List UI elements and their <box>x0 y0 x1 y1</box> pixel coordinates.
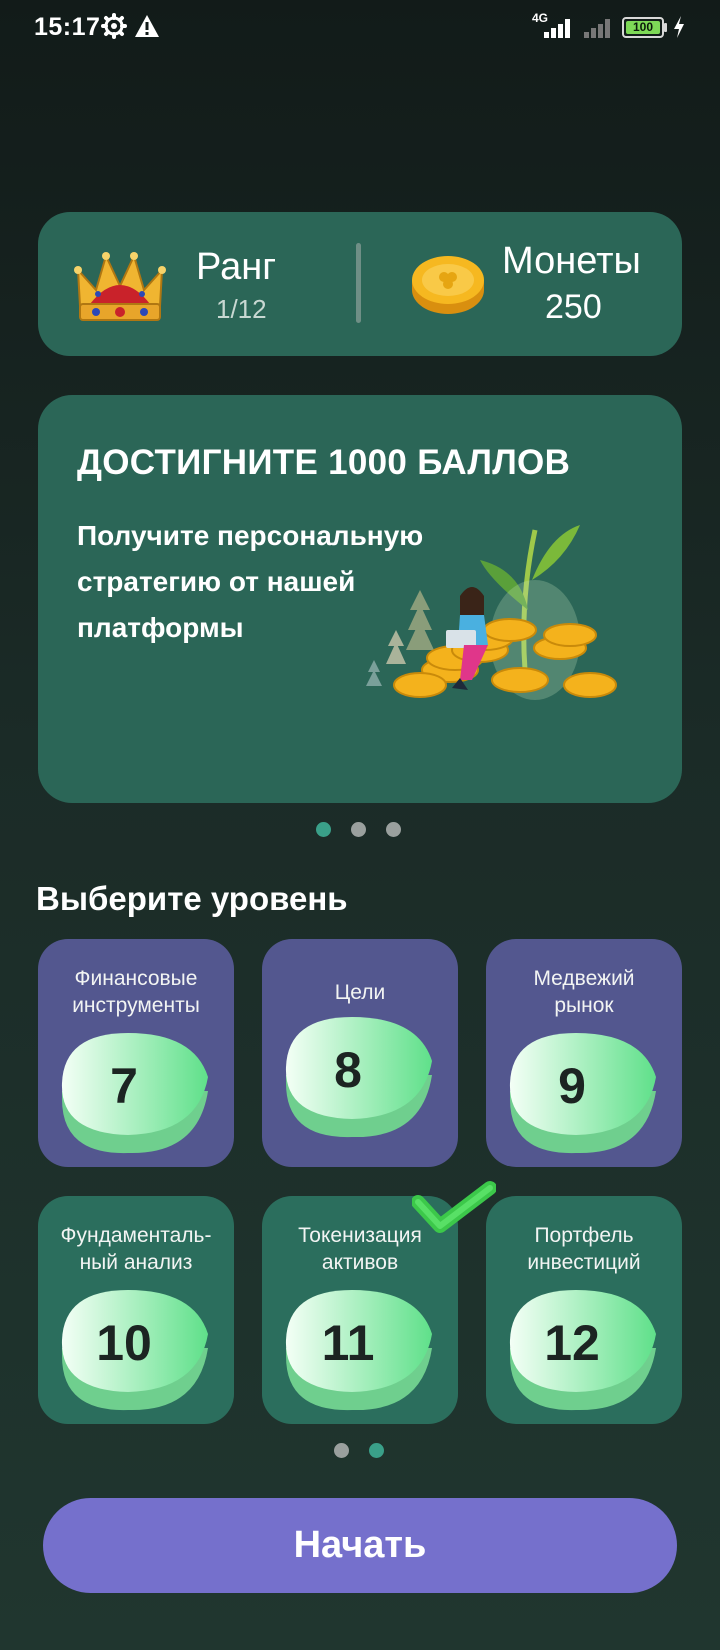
level-label: Портфель инвестиций <box>527 1224 641 1274</box>
level-badge: 9 <box>506 1029 664 1155</box>
battery-icon: 100 <box>622 17 664 38</box>
coin-icon <box>412 256 484 314</box>
level-number: 9 <box>558 1058 586 1114</box>
level-number: 11 <box>321 1315 375 1371</box>
signal-icon <box>544 19 570 38</box>
coins-title: Монеты <box>502 240 641 282</box>
level-tile[interactable]: Портфель инвестиций 12 <box>486 1196 682 1424</box>
level-number: 12 <box>544 1315 600 1371</box>
pager-dot-active[interactable] <box>316 822 331 837</box>
rank-title: Ранг <box>196 246 277 288</box>
level-number: 8 <box>334 1042 362 1098</box>
level-badge: 11 <box>282 1286 440 1412</box>
level-tile[interactable]: Цели 8 <box>262 939 458 1167</box>
levels-pager <box>334 1443 384 1458</box>
pager-dot[interactable] <box>351 822 366 837</box>
battery-level: 100 <box>626 21 660 34</box>
status-bar: 15:17 4G 100 <box>0 0 720 56</box>
pager-dot[interactable] <box>386 822 401 837</box>
gear-icon <box>101 13 127 39</box>
level-badge: 10 <box>58 1286 216 1412</box>
checkmark-icon <box>412 1181 496 1233</box>
level-tile[interactable]: Финансовые инструменты 7 <box>38 939 234 1167</box>
level-number: 10 <box>96 1315 152 1371</box>
warning-icon <box>135 15 159 37</box>
investor-coins-illustration <box>366 525 617 700</box>
start-button[interactable]: Начать <box>43 1498 677 1593</box>
charging-icon <box>674 16 684 38</box>
pager-dot[interactable] <box>334 1443 349 1458</box>
coins-value: 250 <box>545 288 602 326</box>
rank-value: 1/12 <box>216 294 267 324</box>
level-badge: 8 <box>282 1013 440 1139</box>
level-tile[interactable]: Медвежий рынок 9 <box>486 939 682 1167</box>
section-title: Выберите уровень <box>36 880 348 917</box>
level-number: 7 <box>110 1058 138 1114</box>
level-label: Фундаменталь- ный анализ <box>60 1224 212 1274</box>
status-time: 15:17 <box>34 13 101 41</box>
level-badge: 12 <box>506 1286 664 1412</box>
crown-icon <box>74 252 166 321</box>
level-label: Цели <box>334 981 386 1004</box>
level-label: Медвежий рынок <box>533 967 635 1017</box>
level-badge: 7 <box>58 1029 216 1155</box>
level-label: Финансовые инструменты <box>72 967 200 1017</box>
level-tile[interactable]: Фундаменталь- ный анализ 10 <box>38 1196 234 1424</box>
promo-title: ДОСТИГНИТЕ 1000 БАЛЛОВ <box>77 443 571 482</box>
battery-tip <box>664 23 667 32</box>
signal-weak-icon <box>584 19 610 38</box>
promo-pager <box>316 822 401 837</box>
stats-divider <box>356 243 361 323</box>
screen: 15:17 4G 100 Ранг 1/12 Монеты 250 ДОСТИГ… <box>0 0 720 1650</box>
pager-dot-active[interactable] <box>369 1443 384 1458</box>
